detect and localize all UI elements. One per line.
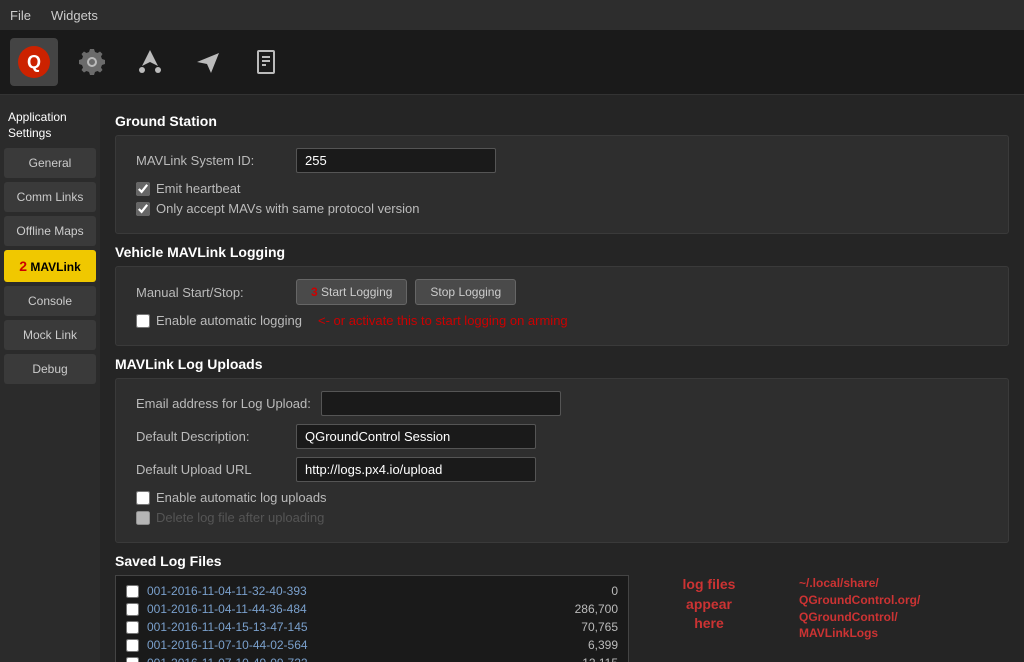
manual-start-stop-row: Manual Start/Stop: 3 Start Logging Stop … xyxy=(136,279,988,305)
logging-buttons: 3 Start Logging Stop Logging xyxy=(296,279,516,305)
log-row: 001-2016-11-04-11-32-40-393 0 xyxy=(122,582,622,600)
mavlink-log-uploads-box: Email address for Log Upload: Default De… xyxy=(115,378,1009,543)
log-checkbox-2[interactable] xyxy=(126,621,139,634)
sidebar-item-mock-link[interactable]: Mock Link xyxy=(4,320,96,350)
mavlink-log-uploads-title: MAVLink Log Uploads xyxy=(115,356,1009,372)
sidebar-item-mavlink[interactable]: 2 MAVLink xyxy=(4,250,96,282)
log-checkbox-1[interactable] xyxy=(126,603,139,616)
log-appear-text: log filesappearhere xyxy=(639,575,779,634)
log-size-2: 70,765 xyxy=(548,620,618,634)
log-files-layout: 001-2016-11-04-11-32-40-393 0 001-2016-1… xyxy=(115,575,1009,662)
sidebar-item-comm-links[interactable]: Comm Links xyxy=(4,182,96,212)
log-size-0: 0 xyxy=(548,584,618,598)
log-path-text-content: ~/.local/share/QGroundControl.org/QGroun… xyxy=(799,575,1009,642)
emit-heartbeat-row: Emit heartbeat xyxy=(136,181,988,196)
log-table: 001-2016-11-04-11-32-40-393 0 001-2016-1… xyxy=(115,575,629,662)
log-row: 001-2016-11-04-11-44-36-484 286,700 xyxy=(122,600,622,618)
log-filename-1: 001-2016-11-04-11-44-36-484 xyxy=(147,602,540,616)
ground-station-box: MAVLink System ID: Emit heartbeat Only a… xyxy=(115,135,1009,234)
log-checkbox-4[interactable] xyxy=(126,657,139,662)
only-accept-mavs-label: Only accept MAVs with same protocol vers… xyxy=(156,201,419,216)
enable-auto-logging-row: Enable automatic logging <- or activate … xyxy=(136,313,988,328)
mavlink-system-id-input[interactable] xyxy=(296,148,496,173)
log-size-3: 6,399 xyxy=(548,638,618,652)
log-filename-0: 001-2016-11-04-11-32-40-393 xyxy=(147,584,540,598)
email-row: Email address for Log Upload: xyxy=(136,391,988,416)
sidebar-section-title: Application Settings xyxy=(0,105,100,146)
toolbar: Q xyxy=(0,30,1024,95)
log-checkbox-3[interactable] xyxy=(126,639,139,652)
settings-gear-icon[interactable] xyxy=(68,38,116,86)
vehicle-mavlink-logging-box: Manual Start/Stop: 3 Start Logging Stop … xyxy=(115,266,1009,346)
vehicle-mavlink-logging-title: Vehicle MAVLink Logging xyxy=(115,244,1009,260)
saved-log-files-title: Saved Log Files xyxy=(115,553,1009,569)
log-files-table-wrap: 001-2016-11-04-11-32-40-393 0 001-2016-1… xyxy=(115,575,629,662)
log-checkbox-0[interactable] xyxy=(126,585,139,598)
default-upload-url-label: Default Upload URL xyxy=(136,462,286,477)
log-filename-3: 001-2016-11-07-10-44-02-564 xyxy=(147,638,540,652)
default-desc-label: Default Description: xyxy=(136,429,286,444)
log-size-1: 286,700 xyxy=(548,602,618,616)
log-files-hint: log filesappearhere xyxy=(639,575,779,662)
mavlink-system-id-label: MAVLink System ID: xyxy=(136,153,286,168)
only-accept-mavs-row: Only accept MAVs with same protocol vers… xyxy=(136,201,988,216)
menu-file[interactable]: File xyxy=(10,8,31,23)
enable-auto-logging-checkbox[interactable] xyxy=(136,314,150,328)
sidebar-item-debug[interactable]: Debug xyxy=(4,354,96,384)
sidebar-item-console[interactable]: Console xyxy=(4,286,96,316)
delete-log-label: Delete log file after uploading xyxy=(156,510,324,525)
default-upload-url-row: Default Upload URL xyxy=(136,457,988,482)
default-desc-input[interactable] xyxy=(296,424,536,449)
emit-heartbeat-checkbox[interactable] xyxy=(136,182,150,196)
app-logo-icon[interactable]: Q xyxy=(10,38,58,86)
menu-widgets[interactable]: Widgets xyxy=(51,8,98,23)
log-row: 001-2016-11-07-10-49-09-722 12,115 xyxy=(122,654,622,662)
delete-log-row: Delete log file after uploading xyxy=(136,510,988,525)
mavlink-badge: 2 xyxy=(19,258,27,274)
enable-auto-uploads-checkbox[interactable] xyxy=(136,491,150,505)
sidebar: Application Settings General Comm Links … xyxy=(0,95,100,662)
emit-heartbeat-label: Emit heartbeat xyxy=(156,181,241,196)
enable-auto-uploads-label: Enable automatic log uploads xyxy=(156,490,327,505)
email-label: Email address for Log Upload: xyxy=(136,396,311,411)
content-area: Ground Station MAVLink System ID: Emit h… xyxy=(100,95,1024,662)
auto-logging-hint: <- or activate this to start logging on … xyxy=(318,313,568,328)
menu-bar: File Widgets xyxy=(0,0,1024,30)
start-logging-badge: 3 xyxy=(311,285,318,299)
email-input[interactable] xyxy=(321,391,561,416)
default-upload-url-input[interactable] xyxy=(296,457,536,482)
log-size-4: 12,115 xyxy=(548,656,618,662)
sidebar-item-general[interactable]: General xyxy=(4,148,96,178)
ground-station-title: Ground Station xyxy=(115,113,1009,129)
enable-auto-logging-label: Enable automatic logging xyxy=(156,313,302,328)
log-path-hint: ~/.local/share/QGroundControl.org/QGroun… xyxy=(789,575,1009,662)
sidebar-item-offline-maps[interactable]: Offline Maps xyxy=(4,216,96,246)
start-logging-button[interactable]: 3 Start Logging xyxy=(296,279,407,305)
manual-start-stop-label: Manual Start/Stop: xyxy=(136,285,286,300)
log-row: 001-2016-11-04-15-13-47-145 70,765 xyxy=(122,618,622,636)
log-row: 001-2016-11-07-10-44-02-564 6,399 xyxy=(122,636,622,654)
svg-text:Q: Q xyxy=(27,52,41,72)
log-filename-4: 001-2016-11-07-10-49-09-722 xyxy=(147,656,540,662)
mavlink-system-id-row: MAVLink System ID: xyxy=(136,148,988,173)
delete-log-checkbox[interactable] xyxy=(136,511,150,525)
send-icon[interactable] xyxy=(184,38,232,86)
default-desc-row: Default Description: xyxy=(136,424,988,449)
start-logging-label: Start Logging xyxy=(321,285,392,299)
log-filename-2: 001-2016-11-04-15-13-47-145 xyxy=(147,620,540,634)
doc-icon[interactable] xyxy=(242,38,290,86)
stop-logging-button[interactable]: Stop Logging xyxy=(415,279,516,305)
main-layout: Application Settings General Comm Links … xyxy=(0,95,1024,662)
enable-auto-uploads-row: Enable automatic log uploads xyxy=(136,490,988,505)
vehicle-connect-icon[interactable] xyxy=(126,38,174,86)
only-accept-mavs-checkbox[interactable] xyxy=(136,202,150,216)
